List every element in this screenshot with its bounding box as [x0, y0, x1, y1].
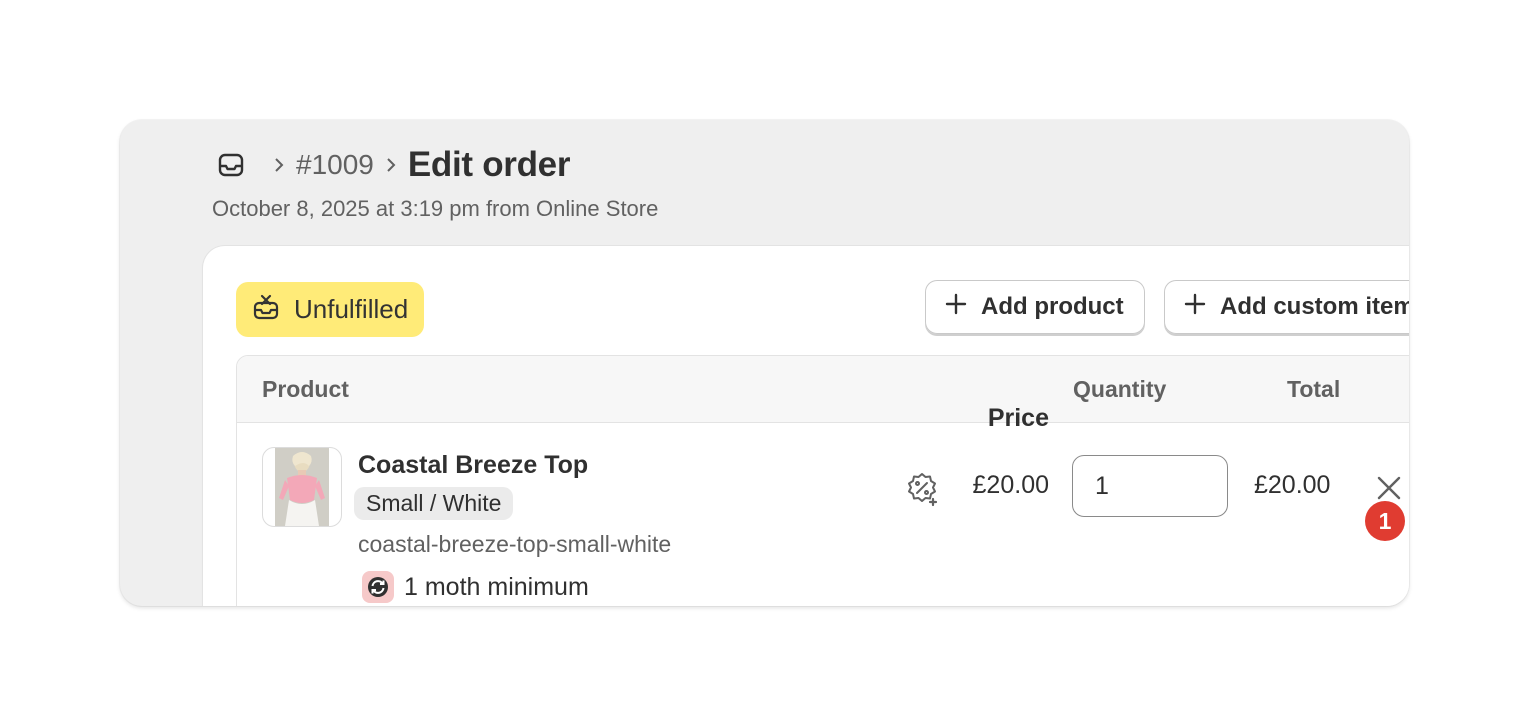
order-subtitle: October 8, 2025 at 3:19 pm from Online S…	[212, 196, 659, 221]
table-row: Coastal Breeze Top Small / White coastal…	[237, 423, 1409, 606]
add-product-label: Add product	[981, 293, 1124, 320]
line-items-table: Product Price Quantity Total Coastal Bre…	[236, 355, 1409, 606]
column-header-product: Product	[262, 376, 349, 402]
product-thumbnail[interactable]	[262, 447, 342, 527]
column-header-quantity: Quantity	[1073, 376, 1167, 402]
annotation-badge: 1	[1365, 501, 1405, 541]
breadcrumb-order-link[interactable]: #1009	[296, 149, 374, 181]
plus-icon	[1184, 293, 1206, 322]
edit-order-window: #1009 Edit order October 8, 2025 at 3:19…	[120, 120, 1409, 606]
variant-badge: Small / White	[354, 487, 514, 520]
close-icon[interactable]	[1374, 473, 1404, 503]
add-custom-item-label: Add custom item	[1220, 293, 1409, 320]
discount-icon[interactable]	[904, 471, 940, 507]
selling-plan-label: 1 moth minimum	[404, 572, 589, 601]
breadcrumb: #1009 Edit order	[216, 144, 570, 186]
order-items-card: Unfulfilled Add product Add custom item …	[203, 246, 1409, 606]
column-header-total: Total	[1287, 376, 1341, 402]
plus-icon	[945, 293, 967, 322]
inbox-icon[interactable]	[216, 150, 246, 180]
product-sku: coastal-breeze-top-small-white	[358, 531, 672, 557]
add-product-button[interactable]: Add product	[925, 280, 1145, 334]
chevron-right-icon	[384, 158, 398, 172]
line-total: £20.00	[1254, 471, 1331, 499]
selling-plan: 1 moth minimum	[362, 571, 589, 603]
status-badge: Unfulfilled	[236, 282, 425, 337]
subscription-icon	[362, 571, 394, 603]
status-label: Unfulfilled	[294, 294, 409, 324]
add-custom-item-button[interactable]: Add custom item	[1164, 280, 1409, 334]
table-header: Product Price Quantity Total	[237, 356, 1409, 432]
unfulfilled-icon	[252, 293, 280, 326]
page-title: Edit order	[407, 145, 571, 184]
quantity-input[interactable]	[1072, 455, 1228, 517]
line-price: £20.00	[972, 471, 1049, 499]
chevron-right-icon	[272, 158, 286, 172]
product-name[interactable]: Coastal Breeze Top	[358, 451, 588, 480]
